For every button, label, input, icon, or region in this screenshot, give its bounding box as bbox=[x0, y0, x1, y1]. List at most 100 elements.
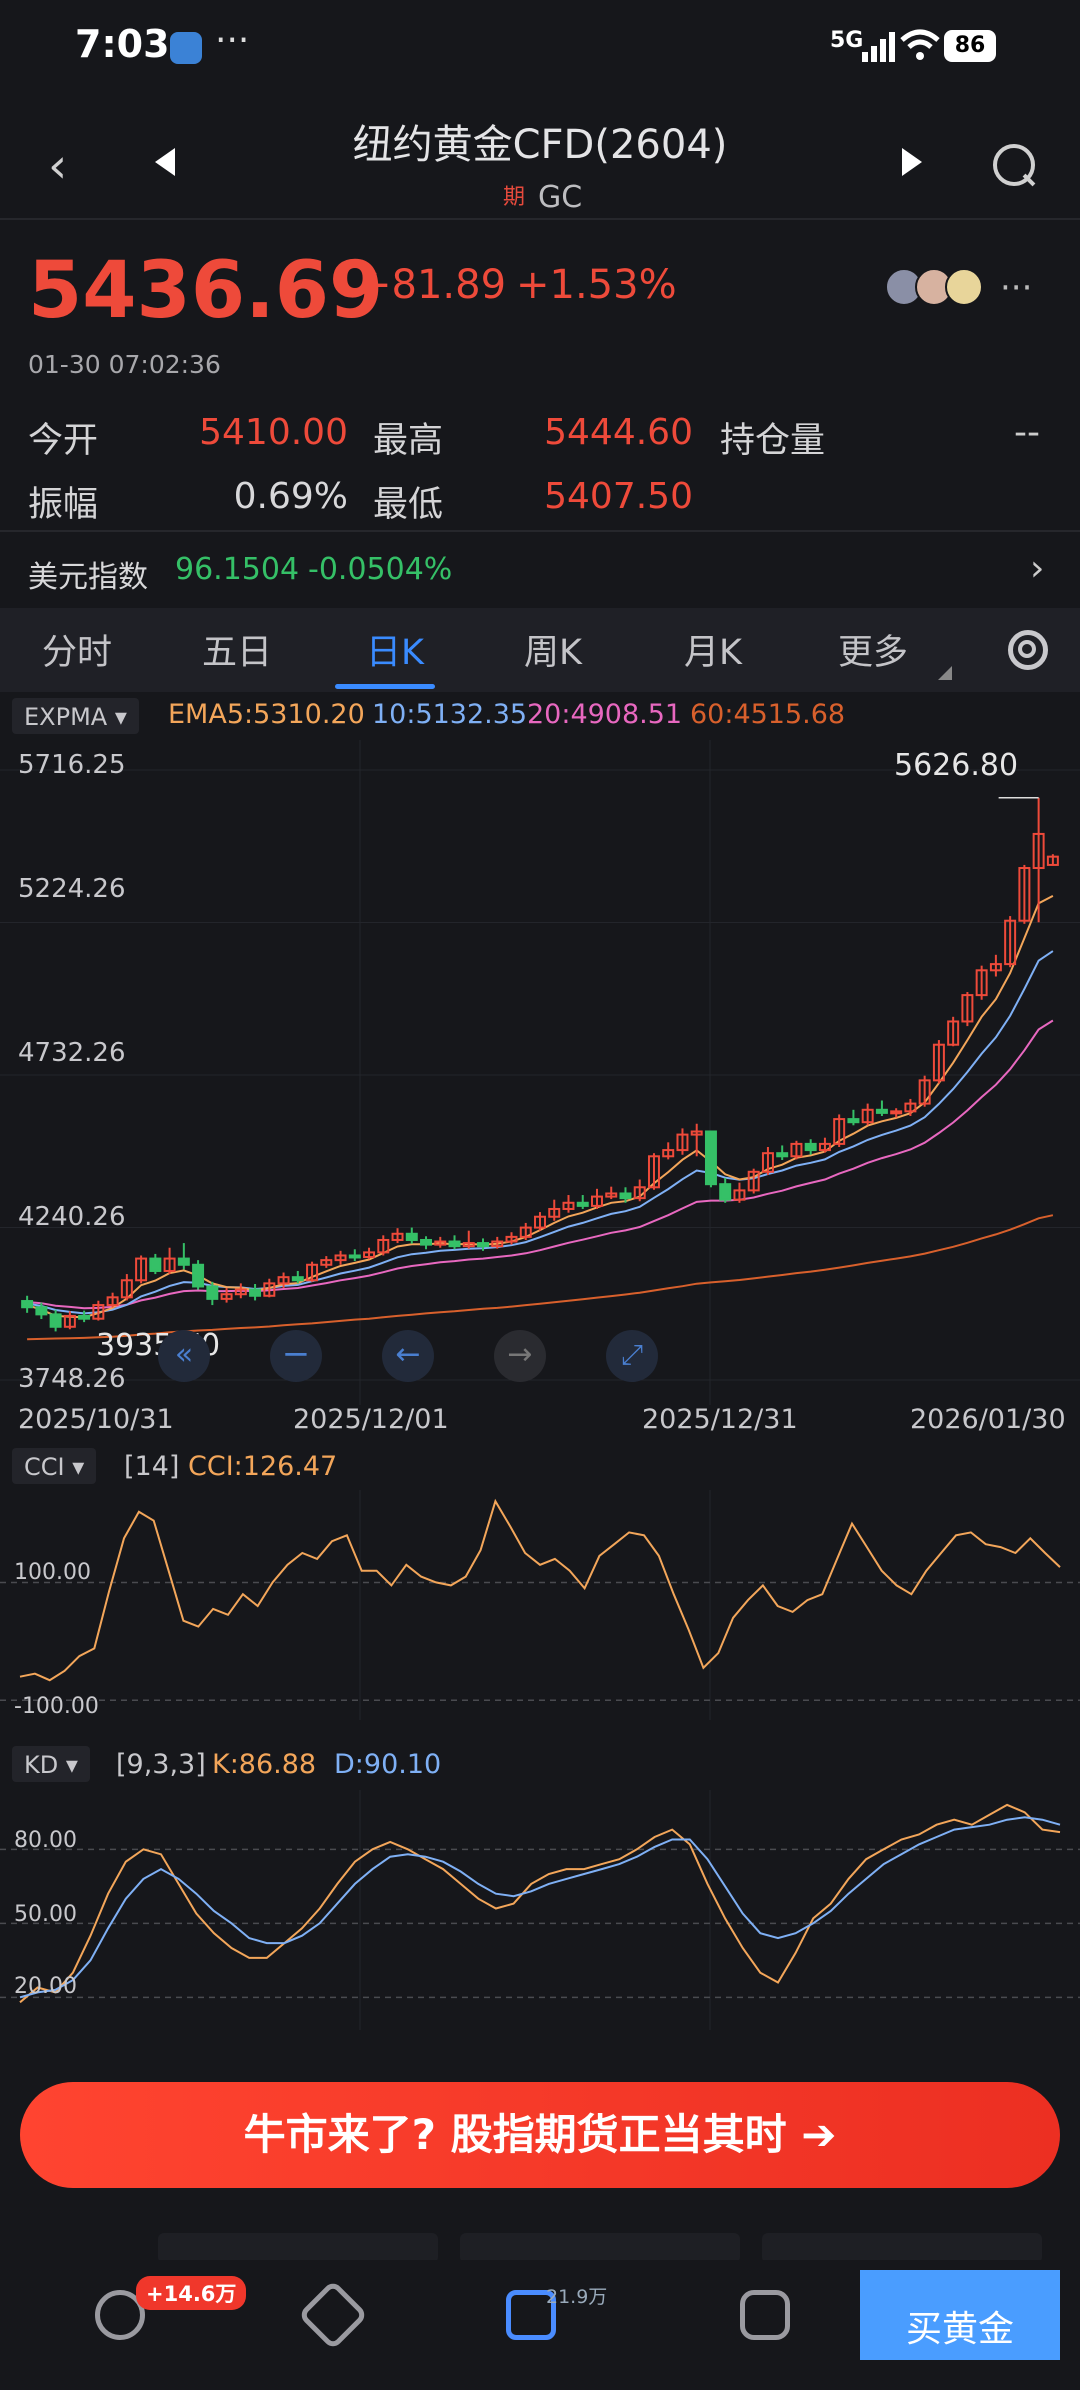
futures-tag: 期 bbox=[502, 185, 525, 210]
candle-body bbox=[192, 1263, 205, 1288]
indicator-selector-kd[interactable]: KD ▾ bbox=[12, 1746, 90, 1782]
active-tab-indicator bbox=[335, 684, 435, 689]
kd-chart[interactable] bbox=[0, 1790, 1080, 2030]
candle-body bbox=[177, 1257, 190, 1266]
y-tick-label: 4240.26 bbox=[18, 1202, 126, 1232]
candle-body bbox=[49, 1313, 62, 1328]
stat-value-low: 5407.50 bbox=[544, 476, 693, 517]
more-icon[interactable]: ··· bbox=[1000, 268, 1032, 308]
stat-value-amplitude: 0.69% bbox=[233, 476, 348, 517]
scroll-left-button[interactable]: ← bbox=[382, 1330, 434, 1382]
more-dropdown-icon bbox=[938, 666, 952, 680]
candle-body bbox=[448, 1240, 461, 1248]
x-tick-label: 2025/12/31 bbox=[642, 1404, 798, 1435]
ema5-value: EMA5:5310.20 bbox=[168, 699, 365, 730]
chevron-right-icon[interactable]: › bbox=[1030, 548, 1044, 589]
cci-tick: 100.00 bbox=[14, 1560, 91, 1585]
candle-body bbox=[890, 1110, 903, 1115]
tab-five-day[interactable]: 五日 bbox=[202, 624, 272, 675]
candle-body bbox=[875, 1108, 888, 1114]
indicator-selector-cci[interactable]: CCI ▾ bbox=[12, 1448, 97, 1484]
usd-index-label: 美元指数 bbox=[28, 560, 148, 595]
buy-gold-button[interactable]: 买黄金 bbox=[860, 2270, 1060, 2360]
tab-weekly-k[interactable]: 周K bbox=[524, 624, 582, 675]
y-tick-label: 3748.26 bbox=[18, 1364, 126, 1394]
candle-body bbox=[704, 1130, 717, 1186]
candle-body bbox=[149, 1257, 162, 1272]
stat-label-open: 今开 bbox=[28, 421, 99, 461]
add-count-badge: 21.9万 bbox=[546, 2286, 608, 2308]
usd-index-value: 96.1504 bbox=[175, 552, 300, 587]
usd-index-change: -0.0504% bbox=[308, 552, 453, 587]
scroll-right-button[interactable]: → bbox=[494, 1330, 546, 1382]
ema10-value: 10:5132.35 bbox=[372, 699, 528, 730]
tab-more[interactable]: 更多 bbox=[838, 624, 908, 675]
candle-body bbox=[576, 1201, 589, 1207]
divider bbox=[0, 530, 1080, 532]
tab-daily-k[interactable]: 日K bbox=[366, 624, 424, 675]
k-value: K:86.88 bbox=[212, 1749, 317, 1780]
x-tick-label: 2025/10/31 bbox=[18, 1404, 174, 1435]
cci-line bbox=[19, 1498, 1061, 1682]
avatar-group[interactable] bbox=[885, 268, 983, 310]
candle-body bbox=[249, 1288, 262, 1297]
quote-timestamp: 01-30 07:02:36 bbox=[28, 350, 221, 379]
candle-body bbox=[35, 1306, 48, 1316]
settings-gear-icon-center bbox=[1018, 640, 1036, 658]
y-tick-label: 4732.26 bbox=[18, 1038, 126, 1068]
stat-value-high: 5444.60 bbox=[544, 412, 693, 453]
bottom-placeholder bbox=[158, 2233, 438, 2263]
scroll-start-button[interactable]: « bbox=[158, 1330, 210, 1382]
cci-tick: -100.00 bbox=[14, 1694, 99, 1719]
wifi-icon bbox=[900, 29, 940, 60]
status-dots: ··· bbox=[215, 20, 250, 61]
indicator-selector-expma[interactable]: EXPMA ▾ bbox=[12, 698, 139, 734]
bottom-placeholder bbox=[762, 2233, 1042, 2263]
signal-label: 5G bbox=[830, 28, 864, 53]
next-contract-button[interactable] bbox=[902, 148, 922, 176]
signal-bars-icon bbox=[862, 32, 895, 62]
fullscreen-button[interactable]: ⤢ bbox=[606, 1330, 658, 1382]
stat-value-open: 5410.00 bbox=[199, 412, 348, 453]
last-price: 5436.69 bbox=[28, 246, 384, 336]
candle-body bbox=[776, 1152, 789, 1158]
kline-chart[interactable] bbox=[0, 740, 1080, 1405]
d-line bbox=[19, 1816, 1061, 1999]
candle-body bbox=[719, 1183, 732, 1201]
cci-chart[interactable] bbox=[0, 1490, 1080, 1720]
k-line bbox=[19, 1803, 1061, 2004]
y-tick-label: 5716.25 bbox=[18, 750, 126, 780]
max-price-label: 5626.80 bbox=[894, 748, 1019, 783]
stat-label-high: 最高 bbox=[373, 421, 444, 461]
zoom-out-button[interactable]: − bbox=[270, 1330, 322, 1382]
candle-body bbox=[847, 1118, 860, 1124]
candle-body bbox=[78, 1314, 91, 1320]
kd-tick: 80.00 bbox=[14, 1828, 77, 1853]
status-time: 7:03 bbox=[75, 22, 170, 66]
stat-label-oi: 持仓量 bbox=[720, 421, 826, 461]
promo-banner-text[interactable]: 牛市来了? 股指期货正当其时 ➔ bbox=[0, 2082, 1080, 2188]
ema5-line bbox=[26, 895, 1054, 1319]
d-value: D:90.10 bbox=[334, 1749, 442, 1780]
menu-icon[interactable] bbox=[740, 2290, 790, 2340]
candle-body bbox=[420, 1238, 433, 1246]
y-tick-label: 5224.26 bbox=[18, 874, 126, 904]
ema20-value: 20:4908.51 bbox=[527, 699, 683, 730]
stat-label-amplitude: 振幅 bbox=[28, 485, 99, 525]
candle-body bbox=[477, 1242, 490, 1248]
contract-code: GC bbox=[538, 180, 583, 215]
stat-label-low: 最低 bbox=[373, 485, 444, 525]
x-tick-label: 2025/12/01 bbox=[293, 1404, 449, 1435]
app-icon bbox=[170, 32, 202, 64]
price-change-pct: +1.53% bbox=[516, 262, 677, 308]
avatar bbox=[945, 268, 983, 306]
bottom-placeholder bbox=[460, 2233, 740, 2263]
tab-intraday[interactable]: 分时 bbox=[42, 624, 112, 675]
candle-body bbox=[291, 1276, 304, 1282]
ema60-value: 60:4515.68 bbox=[690, 699, 846, 730]
candle-body bbox=[21, 1300, 34, 1309]
tab-monthly-k[interactable]: 月K bbox=[684, 624, 742, 675]
candle-body bbox=[348, 1254, 361, 1259]
candle-body bbox=[804, 1142, 817, 1152]
candle-body bbox=[405, 1232, 418, 1241]
